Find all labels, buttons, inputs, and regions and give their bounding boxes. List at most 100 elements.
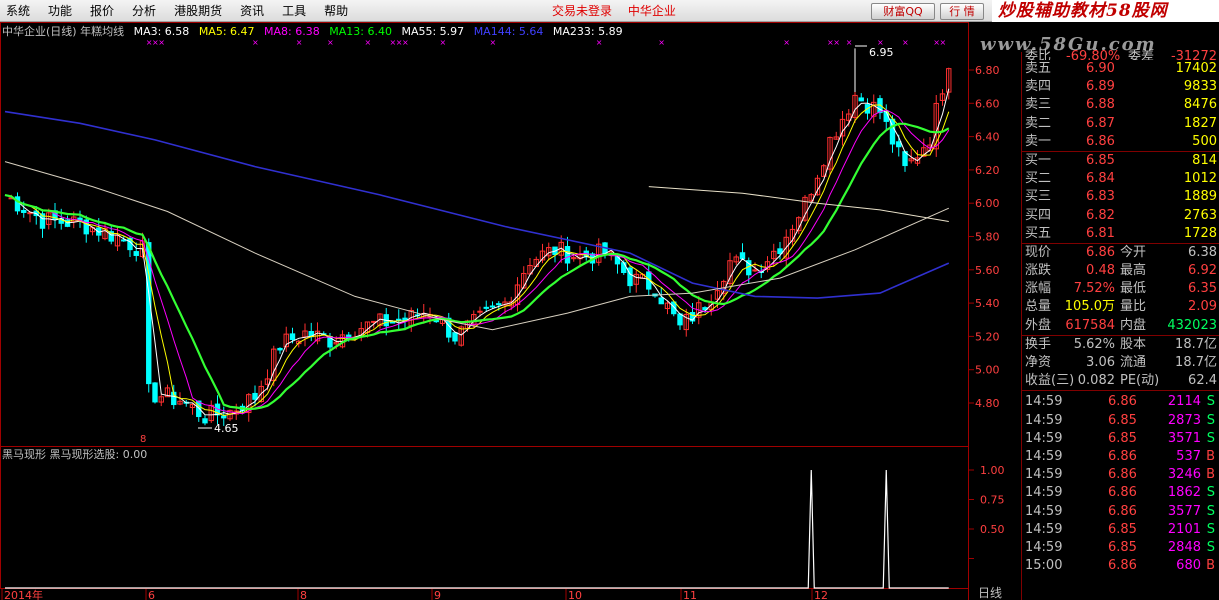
menu-item-0[interactable]: 系统 bbox=[0, 0, 39, 22]
signal-marker: × bbox=[833, 38, 840, 47]
asks-row[interactable]: 卖一 6.86 500 bbox=[1022, 133, 1219, 151]
candle-down bbox=[202, 418, 208, 424]
quote-value-left: 105.0万 bbox=[1064, 299, 1115, 315]
signal-marker: × bbox=[490, 38, 497, 47]
blackhorse-signal-line bbox=[5, 469, 949, 589]
bids-level-label: 买五 bbox=[1025, 225, 1052, 241]
bids-level-label: 买四 bbox=[1025, 207, 1052, 223]
tick-price: 6.86 bbox=[1108, 448, 1137, 464]
candle-down bbox=[483, 306, 489, 309]
tick-volume: 1862 bbox=[1167, 485, 1201, 501]
bottom-marker: 8 bbox=[140, 434, 146, 445]
bids-row[interactable]: 买五 6.81 1728 bbox=[1022, 225, 1219, 243]
candle-up bbox=[752, 269, 758, 272]
kline-chart[interactable]: 6.80 6.60 6.40 6.20 6.00 5.80 5.60 5.40 5.20 5.00… bbox=[0, 22, 1021, 600]
bids-level-label: 买二 bbox=[1025, 171, 1052, 187]
bids-price: 6.83 bbox=[1086, 189, 1115, 205]
menu-item-4[interactable]: 港股期货 bbox=[165, 0, 231, 22]
menu-item-6[interactable]: 工具 bbox=[273, 0, 315, 22]
bid-list: 买一 6.85 814 买二 6.84 1012 买三 6.83 1889 买四… bbox=[1022, 152, 1219, 243]
weibi-label: 委比 bbox=[1025, 49, 1052, 60]
indicator-tick-label: 0.50 bbox=[980, 523, 1005, 536]
price-tick-label: 5.20 bbox=[975, 330, 1000, 343]
tick-price: 6.86 bbox=[1108, 394, 1137, 410]
quote-value-right: 6.38 bbox=[1188, 244, 1217, 260]
tick-time: 14:59 bbox=[1025, 412, 1063, 428]
signal-marker: × bbox=[402, 38, 409, 47]
tick-volume: 2114 bbox=[1167, 394, 1201, 410]
quote-value-right: 6.35 bbox=[1188, 281, 1217, 297]
signal-marker: × bbox=[440, 38, 447, 47]
quote-row: 现价 6.86 今开 6.38 bbox=[1022, 244, 1219, 262]
quote2-row: 收益(三) 0.082 PE(动) 62.4 bbox=[1022, 372, 1219, 390]
price-tick-label: 6.00 bbox=[975, 197, 1000, 210]
asks-level-label: 卖一 bbox=[1025, 133, 1052, 149]
tick-list: 14:59 6.86 2114 S 14:59 6.85 2873 S 14:5… bbox=[1022, 393, 1219, 575]
tick-time: 14:59 bbox=[1025, 503, 1063, 519]
candle-down bbox=[277, 347, 283, 351]
caifu-qq-button[interactable]: 财富QQ bbox=[871, 3, 935, 20]
candle-down bbox=[196, 400, 202, 418]
menu-status: 交易未登录 中华企业 bbox=[552, 0, 688, 22]
bids-row[interactable]: 买一 6.85 814 bbox=[1022, 152, 1219, 170]
trade-status-link[interactable]: 交易未登录 bbox=[552, 4, 612, 18]
menu-item-7[interactable]: 帮助 bbox=[315, 0, 357, 22]
price-tick-label: 5.00 bbox=[975, 364, 1000, 377]
menu-item-5[interactable]: 资讯 bbox=[231, 0, 273, 22]
menu-item-1[interactable]: 功能 bbox=[39, 0, 81, 22]
asks-row[interactable]: 卖五 6.90 17402 bbox=[1022, 60, 1219, 78]
tick-volume: 2873 bbox=[1167, 412, 1201, 428]
tick-row: 14:59 6.85 2101 S bbox=[1022, 521, 1219, 539]
bids-volume: 2763 bbox=[1183, 207, 1217, 223]
tick-side: S bbox=[1206, 521, 1215, 537]
tick-time: 14:59 bbox=[1025, 430, 1063, 446]
asks-price: 6.86 bbox=[1086, 133, 1115, 149]
price-tick-label: 5.60 bbox=[975, 264, 1000, 277]
asks-row[interactable]: 卖四 6.89 9833 bbox=[1022, 78, 1219, 96]
tick-price: 6.86 bbox=[1108, 558, 1137, 574]
bids-row[interactable]: 买四 6.82 2763 bbox=[1022, 207, 1219, 225]
menu-item-3[interactable]: 分析 bbox=[123, 0, 165, 22]
bids-row[interactable]: 买二 6.84 1012 bbox=[1022, 170, 1219, 188]
tick-row: 14:59 6.85 2848 S bbox=[1022, 539, 1219, 557]
tick-side: S bbox=[1206, 539, 1215, 555]
quote-label-left: 现价 bbox=[1025, 244, 1052, 260]
tick-row: 14:59 6.86 537 B bbox=[1022, 448, 1219, 466]
tick-side: S bbox=[1206, 430, 1215, 446]
candle-down bbox=[389, 321, 396, 324]
period-label[interactable]: 日线 bbox=[978, 584, 1002, 600]
quote-label-right: 内盘 bbox=[1120, 317, 1147, 333]
tick-row: 14:59 6.86 2114 S bbox=[1022, 393, 1219, 411]
quote-label-right: 最低 bbox=[1120, 281, 1147, 297]
quote2-label-right: PE(动) bbox=[1120, 373, 1160, 389]
asks-volume: 500 bbox=[1192, 133, 1217, 149]
price-tick-label: 6.20 bbox=[975, 164, 1000, 177]
hangqing-button[interactable]: 行 情 bbox=[940, 3, 984, 20]
quote-label-left: 外盘 bbox=[1025, 317, 1052, 333]
stock-name-link[interactable]: 中华企业 bbox=[628, 4, 676, 18]
tick-volume: 680 bbox=[1176, 558, 1201, 574]
tick-side: S bbox=[1206, 503, 1215, 519]
tick-side: B bbox=[1206, 558, 1215, 574]
candle-down bbox=[152, 382, 158, 403]
price-tick-label: 5.80 bbox=[975, 231, 1000, 244]
signal-marker: × bbox=[158, 38, 165, 47]
bids-volume: 1012 bbox=[1183, 171, 1217, 187]
bids-row[interactable]: 买三 6.83 1889 bbox=[1022, 188, 1219, 206]
tick-time: 14:59 bbox=[1025, 448, 1063, 464]
quote-label-left: 涨幅 bbox=[1025, 281, 1052, 297]
asks-row[interactable]: 卖二 6.87 1827 bbox=[1022, 115, 1219, 133]
candle-down bbox=[121, 239, 127, 242]
candle-down bbox=[21, 209, 27, 213]
bids-volume: 814 bbox=[1192, 152, 1217, 168]
asks-level-label: 卖四 bbox=[1025, 79, 1052, 95]
menu-item-2[interactable]: 报价 bbox=[81, 0, 123, 22]
candle-down bbox=[452, 332, 458, 342]
asks-row[interactable]: 卖三 6.88 8476 bbox=[1022, 96, 1219, 114]
tick-row: 15:00 6.86 680 B bbox=[1022, 557, 1219, 575]
quote2-label-left: 收益(三) bbox=[1025, 373, 1075, 389]
signal-marker: × bbox=[902, 38, 909, 47]
weicha-value: -31272 bbox=[1170, 49, 1217, 60]
tick-time: 14:59 bbox=[1025, 485, 1063, 501]
tick-row: 14:59 6.85 2873 S bbox=[1022, 412, 1219, 430]
